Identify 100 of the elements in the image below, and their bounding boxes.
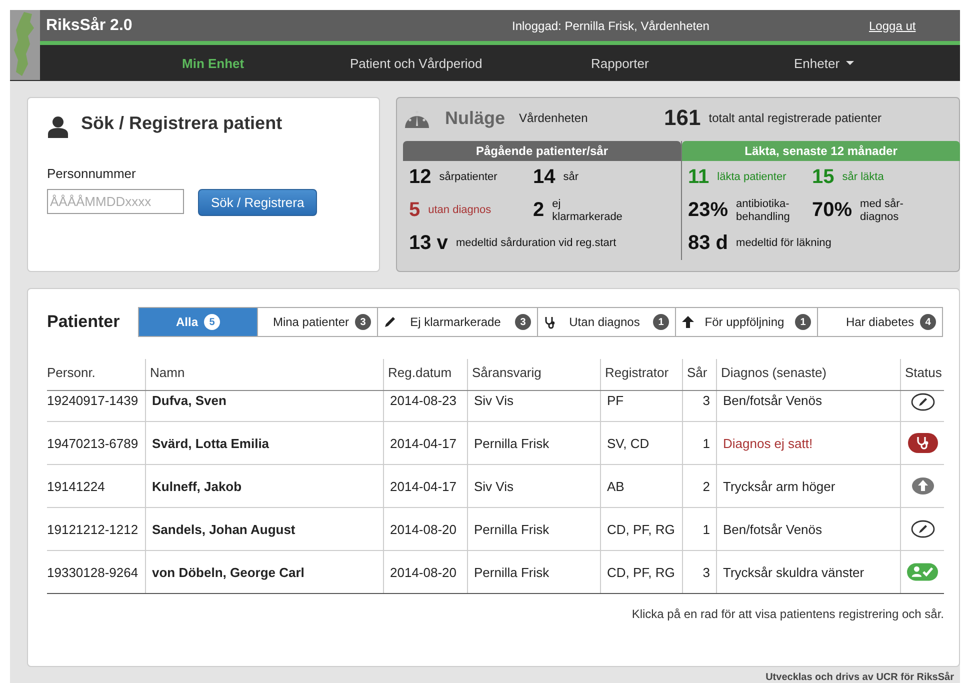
logged-in-user: Inloggad: Pernilla Frisk, Vårdenheten bbox=[512, 18, 710, 32]
table-cell: AB bbox=[600, 465, 682, 507]
filter-tab[interactable]: Alla 5 bbox=[139, 308, 257, 336]
stat-value: 15 bbox=[812, 166, 834, 189]
table-cell: Siv Vis bbox=[467, 391, 600, 421]
arrow-up-icon bbox=[910, 477, 934, 495]
table-cell-text: 19330128-9264 bbox=[47, 564, 140, 582]
pencil-icon bbox=[910, 393, 934, 411]
stat-value: 12 bbox=[409, 166, 432, 189]
column-header: Namn bbox=[145, 359, 383, 390]
arrow-up-icon bbox=[682, 316, 694, 328]
unit-name: Vårdenheten bbox=[519, 111, 589, 125]
logout-link[interactable]: Logga ut bbox=[869, 18, 916, 32]
section-title: Patienter bbox=[47, 312, 121, 332]
stat-label: utan diagnos bbox=[428, 204, 492, 217]
personnummer-field[interactable]: ÅÅÅÅMMDDxxxx bbox=[47, 189, 184, 214]
stat-label: sår läkta bbox=[842, 171, 885, 184]
table-cell: 2014-04-17 bbox=[383, 465, 467, 507]
caret-icon bbox=[846, 61, 854, 65]
stat-value: 70% bbox=[812, 199, 852, 222]
stat-label: sår bbox=[563, 171, 580, 184]
total-count: 161 bbox=[664, 105, 701, 131]
nav-item[interactable]: Patient och Vårdperiod bbox=[350, 56, 591, 70]
table-cell: CD, PF, RG bbox=[600, 508, 682, 550]
column-header: Reg.datum bbox=[383, 359, 467, 390]
nav-item[interactable]: Rapporter bbox=[591, 56, 794, 70]
stat-value: 83 d bbox=[688, 232, 728, 255]
count-badge: 3 bbox=[355, 314, 371, 330]
stat-label: läkta patienter bbox=[717, 171, 788, 184]
total-label: totalt antal registrerade patienter bbox=[708, 111, 882, 125]
count-badge: 3 bbox=[514, 314, 531, 330]
table-cell: Kulneff, Jakob bbox=[145, 465, 383, 507]
table-cell: Svärd, Lotta Emilia bbox=[145, 422, 383, 464]
column-header: Sår bbox=[682, 359, 716, 390]
table-cell: Sandels, Johan August bbox=[145, 508, 383, 550]
table-cell: Trycksår skuldra vänster bbox=[716, 551, 900, 593]
table-cell: Ben/fotsår Venös bbox=[716, 391, 900, 421]
stat-value: 2 bbox=[533, 199, 544, 222]
table-cell: Ben/fotsår Venös bbox=[716, 508, 900, 550]
stat-label: antibiotika-behandling bbox=[736, 198, 791, 223]
table-cell-text: 19470213-6789 bbox=[47, 434, 140, 452]
table-cell-text: 19121212-1212 bbox=[47, 520, 140, 538]
table-cell: von Döbeln, George Carl bbox=[145, 551, 383, 593]
table-cell: 3 bbox=[682, 551, 716, 593]
status-title: Nuläge bbox=[445, 108, 506, 128]
table-cell: PF bbox=[600, 391, 682, 421]
table-cell: 2014-08-23 bbox=[383, 391, 467, 421]
card-title: Sök / Registrera patient bbox=[81, 112, 282, 134]
stat-label: medeltid för läkning bbox=[736, 237, 832, 250]
table-cell: Siv Vis bbox=[467, 465, 600, 507]
search-register-button[interactable]: Sök / Registrera bbox=[198, 189, 318, 216]
table-cell: Trycksår arm höger bbox=[716, 465, 900, 507]
table-cell: Pernilla Frisk bbox=[467, 422, 600, 464]
stat-value: 13 v bbox=[409, 232, 448, 255]
table-cell-text: 19141224 bbox=[47, 478, 106, 496]
stat-label: sårpatienter bbox=[439, 171, 498, 184]
column-header: Status bbox=[900, 359, 944, 390]
stethoscope-icon bbox=[908, 433, 938, 453]
pencil-icon bbox=[910, 520, 934, 538]
column-header: Personr. bbox=[47, 364, 96, 382]
stat-value: 23% bbox=[688, 199, 728, 222]
stat-value: 11 bbox=[688, 166, 710, 189]
count-badge: 5 bbox=[204, 314, 220, 330]
table-cell: Pernilla Frisk bbox=[467, 551, 600, 593]
field-label: Personnummer bbox=[47, 166, 137, 181]
stethoscope-icon bbox=[544, 316, 556, 328]
table-cell: 1 bbox=[682, 508, 716, 550]
column-header: Registrator bbox=[600, 359, 682, 390]
panel-header: Pågående patienter/sår bbox=[403, 141, 681, 161]
hint-text: Klicka på en rad för att visa patientens registrering och sår. bbox=[630, 607, 944, 621]
stat-label: med sår-diagnos bbox=[860, 198, 904, 223]
footer-text: Utvecklas och drivs av UCR för RiksSår bbox=[764, 670, 955, 683]
stat-label: medeltid sårduration vid reg.start bbox=[456, 237, 616, 250]
pencil-icon bbox=[384, 316, 396, 328]
table-cell: 2014-08-20 bbox=[383, 551, 467, 593]
table-cell: 2014-08-20 bbox=[383, 508, 467, 550]
stat-value: 5 bbox=[409, 199, 420, 222]
table-cell: Pernilla Frisk bbox=[467, 508, 600, 550]
table-cell: SV, CD bbox=[600, 422, 682, 464]
column-header: Såransvarig bbox=[467, 359, 600, 390]
count-badge: 4 bbox=[920, 314, 936, 330]
table-cell: CD, PF, RG bbox=[600, 551, 682, 593]
app-title: RiksSår 2.0 bbox=[46, 16, 134, 34]
nav-item[interactable]: Min Enhet bbox=[182, 56, 350, 70]
stat-label: ej klarmarkerade bbox=[552, 198, 624, 223]
count-badge: 1 bbox=[794, 314, 811, 330]
table-cell: Dufva, Sven bbox=[145, 391, 383, 421]
table-cell-text: 19240917-1439 bbox=[47, 392, 140, 410]
person-icon bbox=[47, 116, 69, 138]
count-badge: 1 bbox=[653, 314, 669, 330]
panel-header: Läkta, senaste 12 månader bbox=[682, 141, 960, 161]
table-cell: Diagnos ej satt! bbox=[716, 422, 900, 464]
table-cell: 2 bbox=[682, 465, 716, 507]
table-cell: 2014-04-17 bbox=[383, 422, 467, 464]
table-cell: 1 bbox=[682, 422, 716, 464]
stat-value: 14 bbox=[533, 166, 556, 189]
nav-item[interactable]: Enheter bbox=[794, 56, 854, 70]
table-cell: 3 bbox=[682, 391, 716, 421]
column-header: Diagnos (senaste) bbox=[716, 359, 900, 390]
country-map-icon bbox=[10, 10, 40, 80]
